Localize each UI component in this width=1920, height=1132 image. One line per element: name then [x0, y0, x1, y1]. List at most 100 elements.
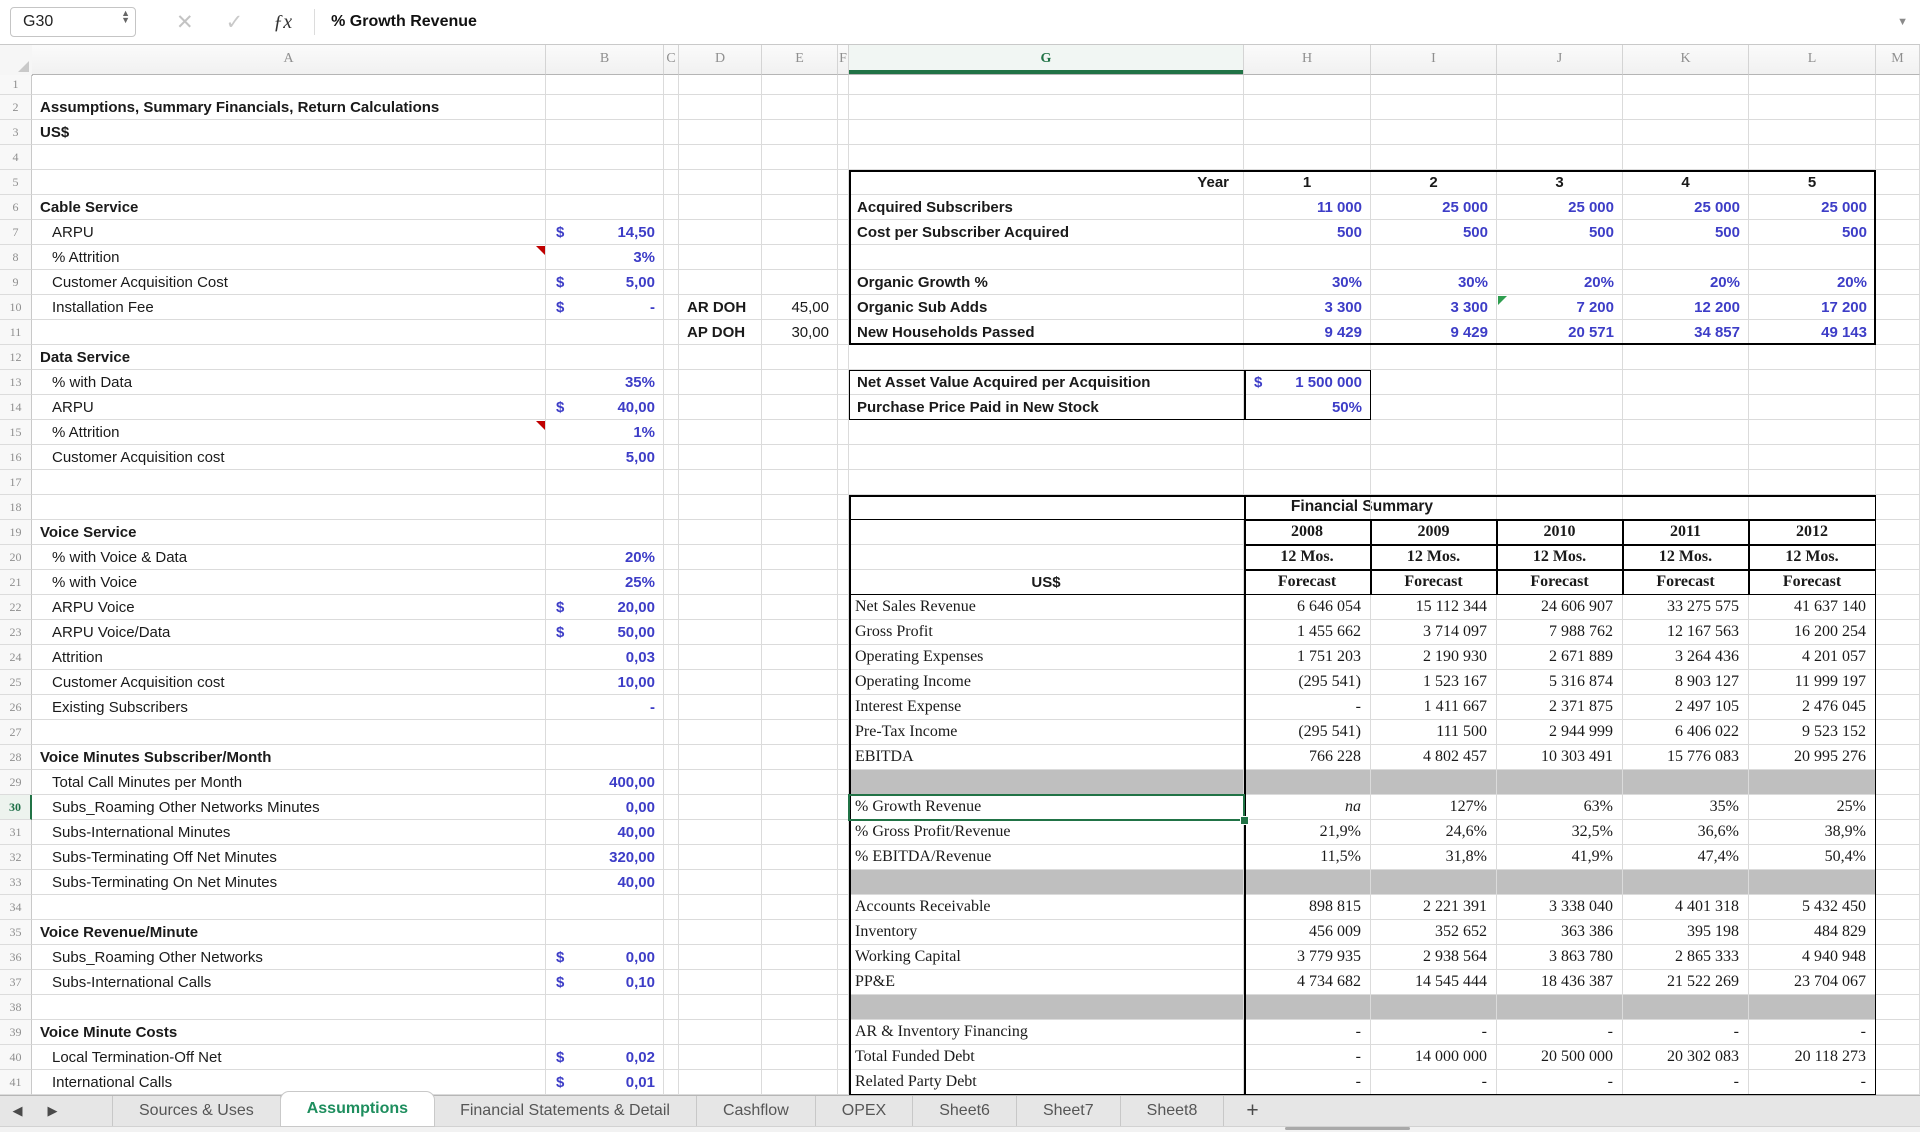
cell-G34[interactable]: Accounts Receivable [849, 895, 1244, 920]
cell-M9[interactable] [1876, 270, 1920, 295]
cell-A14[interactable]: ARPU [32, 395, 546, 420]
cell-A32[interactable]: Subs-Terminating Off Net Minutes [32, 845, 546, 870]
cell-H5[interactable]: 1 [1244, 170, 1371, 195]
cell-F19[interactable] [838, 520, 849, 545]
cell-L12[interactable] [1749, 345, 1876, 370]
cell-L2[interactable] [1749, 95, 1876, 120]
cell-C39[interactable] [664, 1020, 679, 1045]
cell-J27[interactable]: 2 944 999 [1497, 720, 1623, 745]
cell-D7[interactable] [679, 220, 762, 245]
row-header-6[interactable]: 6 [0, 195, 32, 220]
cell-I40[interactable]: 14 000 000 [1371, 1045, 1497, 1070]
cell-E13[interactable] [762, 370, 838, 395]
cell-J25[interactable]: 5 316 874 [1497, 670, 1623, 695]
cell-A21[interactable]: % with Voice [32, 570, 546, 595]
cell-H35[interactable]: 456 009 [1244, 920, 1371, 945]
select-all-corner[interactable] [0, 44, 33, 76]
cell-C17[interactable] [664, 470, 679, 495]
cell-B17[interactable] [546, 470, 664, 495]
cell-J11[interactable]: 20 571 [1497, 320, 1623, 345]
cell-E25[interactable] [762, 670, 838, 695]
cell-D41[interactable] [679, 1070, 762, 1095]
cell-D40[interactable] [679, 1045, 762, 1070]
cell-I11[interactable]: 9 429 [1371, 320, 1497, 345]
cell-E5[interactable] [762, 170, 838, 195]
cell-F6[interactable] [838, 195, 849, 220]
cell-H32[interactable]: 11,5% [1244, 845, 1371, 870]
cell-L30[interactable]: 25% [1749, 795, 1876, 820]
column-header-K[interactable]: K [1623, 44, 1749, 75]
cell-F3[interactable] [838, 120, 849, 145]
cell-H17[interactable] [1244, 470, 1371, 495]
cell-J23[interactable]: 7 988 762 [1497, 620, 1623, 645]
cell-D35[interactable] [679, 920, 762, 945]
cell-C41[interactable] [664, 1070, 679, 1095]
cell-L37[interactable]: 23 704 067 [1749, 970, 1876, 995]
cell-M37[interactable] [1876, 970, 1920, 995]
row-header-28[interactable]: 28 [0, 745, 32, 770]
cell-F24[interactable] [838, 645, 849, 670]
cell-I17[interactable] [1371, 470, 1497, 495]
cell-I32[interactable]: 31,8% [1371, 845, 1497, 870]
cell-D37[interactable] [679, 970, 762, 995]
cell-D26[interactable] [679, 695, 762, 720]
cell-M2[interactable] [1876, 95, 1920, 120]
cell-H25[interactable]: (295 541) [1244, 670, 1371, 695]
cell-I39[interactable]: - [1371, 1020, 1497, 1045]
cell-K2[interactable] [1623, 95, 1749, 120]
cell-H10[interactable]: 3 300 [1244, 295, 1371, 320]
confirm-icon[interactable]: ✓ [226, 10, 244, 35]
cell-M12[interactable] [1876, 345, 1920, 370]
formula-bar-expand-icon[interactable]: ▼ [1897, 16, 1908, 28]
cell-K14[interactable] [1623, 395, 1749, 420]
cell-M22[interactable] [1876, 595, 1920, 620]
cell-B10[interactable]: $- [546, 295, 664, 320]
cell-K23[interactable]: 12 167 563 [1623, 620, 1749, 645]
cell-J10[interactable]: 7 200 [1497, 295, 1623, 320]
cell-K35[interactable]: 395 198 [1623, 920, 1749, 945]
cell-B8[interactable]: 3% [546, 245, 664, 270]
cell-I21[interactable]: Forecast [1371, 570, 1497, 595]
row-header-33[interactable]: 33 [0, 870, 32, 895]
cell-G33[interactable] [849, 870, 1244, 895]
cell-I18[interactable] [1371, 495, 1497, 520]
cell-H40[interactable]: - [1244, 1045, 1371, 1070]
cell-E6[interactable] [762, 195, 838, 220]
cell-I15[interactable] [1371, 420, 1497, 445]
column-header-E[interactable]: E [762, 44, 838, 75]
cell-M30[interactable] [1876, 795, 1920, 820]
cell-D23[interactable] [679, 620, 762, 645]
row-header-11[interactable]: 11 [0, 320, 32, 345]
cell-D9[interactable] [679, 270, 762, 295]
cell-E34[interactable] [762, 895, 838, 920]
cell-C16[interactable] [664, 445, 679, 470]
cell-H11[interactable]: 9 429 [1244, 320, 1371, 345]
cell-D6[interactable] [679, 195, 762, 220]
cell-H38[interactable] [1244, 995, 1371, 1020]
cell-I27[interactable]: 111 500 [1371, 720, 1497, 745]
cell-M25[interactable] [1876, 670, 1920, 695]
cell-G41[interactable]: Related Party Debt [849, 1070, 1244, 1095]
cell-I23[interactable]: 3 714 097 [1371, 620, 1497, 645]
cell-F41[interactable] [838, 1070, 849, 1095]
cell-F14[interactable] [838, 395, 849, 420]
cell-K6[interactable]: 25 000 [1623, 195, 1749, 220]
cell-A22[interactable]: ARPU Voice [32, 595, 546, 620]
row-header-39[interactable]: 39 [0, 1020, 32, 1045]
cell-B37[interactable]: $0,10 [546, 970, 664, 995]
cell-G21[interactable]: US$ [849, 570, 1244, 595]
cell-F35[interactable] [838, 920, 849, 945]
cell-B13[interactable]: 35% [546, 370, 664, 395]
cell-C40[interactable] [664, 1045, 679, 1070]
cell-B41[interactable]: $0,01 [546, 1070, 664, 1095]
row-header-1[interactable]: 1 [0, 75, 32, 95]
cell-I3[interactable] [1371, 120, 1497, 145]
cell-A34[interactable] [32, 895, 546, 920]
row-header-8[interactable]: 8 [0, 245, 32, 270]
cell-L8[interactable] [1749, 245, 1876, 270]
cell-J17[interactable] [1497, 470, 1623, 495]
cell-K19[interactable]: 2011 [1623, 520, 1749, 545]
cell-F9[interactable] [838, 270, 849, 295]
cell-M18[interactable] [1876, 495, 1920, 520]
cell-J34[interactable]: 3 338 040 [1497, 895, 1623, 920]
